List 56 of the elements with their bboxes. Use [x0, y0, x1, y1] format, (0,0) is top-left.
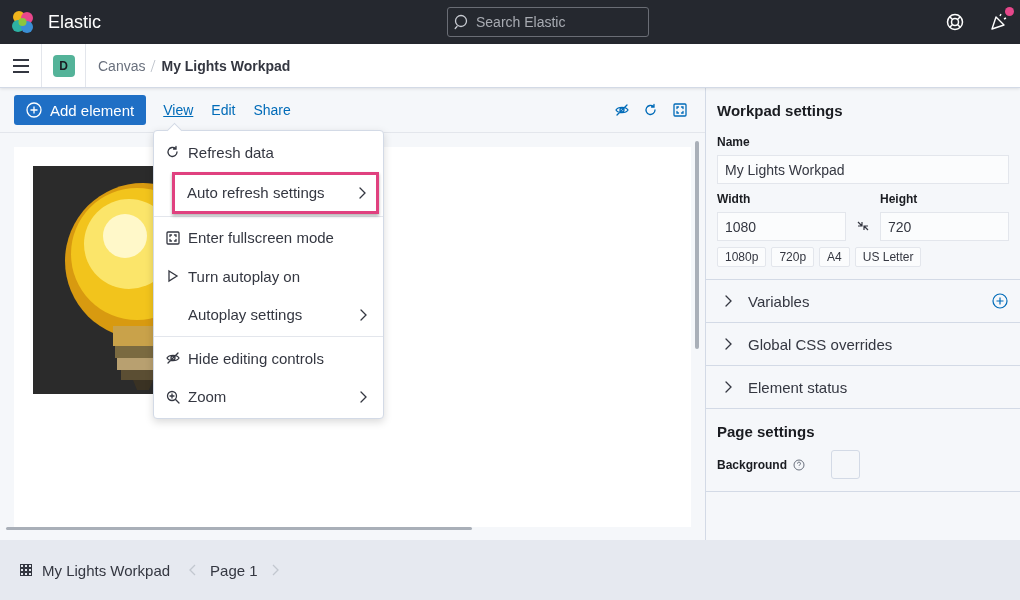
preset-button[interactable]: A4	[819, 247, 850, 267]
search-icon	[454, 14, 470, 30]
preset-button[interactable]: 1080p	[717, 247, 767, 267]
toolbar-tab[interactable]: Share	[248, 98, 296, 122]
search-field[interactable]: Search Elastic	[447, 7, 649, 37]
menu-item[interactable]: Turn autoplay on	[154, 257, 383, 296]
link-icon[interactable]	[856, 219, 870, 233]
refresh-icon[interactable]	[643, 102, 659, 118]
menu-item[interactable]: Auto refresh settings	[172, 171, 379, 214]
scrollbar[interactable]	[6, 527, 472, 530]
menu-item[interactable]: Autoplay settings	[154, 295, 383, 334]
breadcrumb[interactable]: Canvas	[98, 57, 146, 74]
scrollbar[interactable]	[695, 141, 699, 349]
width-field[interactable]: 1080	[717, 212, 846, 241]
field-label: Height	[880, 192, 919, 206]
field-label: Width	[717, 192, 752, 206]
panel-title: Workpad settings	[717, 102, 844, 119]
logo-icon	[10, 9, 36, 35]
eye-slash-icon	[166, 351, 180, 366]
menu-item[interactable]: Refresh data	[154, 133, 383, 172]
refresh-icon	[166, 145, 180, 160]
name-field[interactable]: My Lights Workpad	[717, 155, 1009, 184]
fullscreen-icon[interactable]	[672, 102, 688, 118]
accordion-header[interactable]: Element status	[706, 366, 1020, 409]
menu-item[interactable]: Enter fullscreen mode	[154, 218, 383, 257]
accordion-header[interactable]: Variables	[706, 280, 1020, 323]
breadcrumb: My Lights Workpad	[161, 57, 291, 74]
workpad-name: My Lights Workpad	[42, 561, 171, 579]
page-label: Page 1	[210, 561, 258, 579]
fullscreen-icon	[166, 230, 180, 245]
help-icon[interactable]	[946, 13, 964, 31]
toolbar-tab[interactable]: View	[158, 98, 199, 122]
play-icon	[166, 269, 180, 284]
menu-item[interactable]: Hide editing controls	[154, 339, 383, 378]
field-label: Background	[717, 457, 787, 472]
brand-name: Elastic	[48, 11, 101, 33]
plus-circle-icon[interactable]	[992, 293, 1008, 309]
plus-circle-icon	[26, 102, 42, 118]
preset-button[interactable]: US Letter	[854, 247, 922, 267]
panel-title: Page settings	[717, 423, 816, 440]
color-swatch[interactable]	[831, 450, 860, 479]
preset-button[interactable]: 720p	[771, 247, 815, 267]
help-icon	[793, 458, 805, 471]
add-element-button[interactable]: Add element	[14, 95, 147, 125]
field-label: Name	[717, 135, 751, 149]
menu-item[interactable]: Zoom	[154, 377, 383, 416]
accordion-header[interactable]: Global CSS overrides	[706, 323, 1020, 366]
space-avatar[interactable]: D	[52, 54, 75, 77]
grid-icon	[20, 564, 32, 576]
party-icon[interactable]	[990, 13, 1008, 31]
eye-slash-icon[interactable]	[614, 102, 630, 118]
menu-icon[interactable]	[12, 58, 29, 73]
breadcrumb-separator	[149, 58, 158, 73]
toolbar-tab[interactable]: Edit	[206, 98, 241, 122]
height-field[interactable]: 720	[880, 212, 1009, 241]
zoom-in-icon	[166, 389, 180, 404]
